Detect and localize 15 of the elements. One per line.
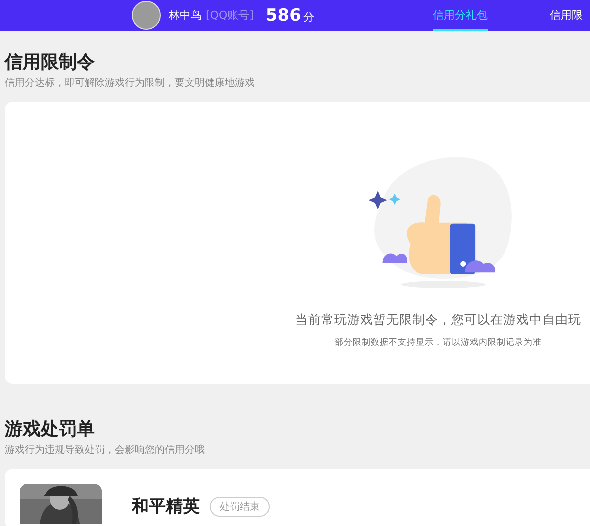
- score-unit: 分: [303, 10, 314, 25]
- user-name: 林中鸟: [169, 8, 202, 23]
- credit-score: 586: [266, 6, 302, 26]
- section-title: 游戏处罚单: [5, 418, 96, 442]
- restriction-note: 部分限制数据不支持显示，请以游戏内限制记录为准: [335, 337, 542, 349]
- status-badge: 处罚结束: [210, 497, 270, 517]
- section-subtitle: 游戏行为违规导致处罚，会影响您的信用分哦: [5, 444, 206, 457]
- empty-message: 当前常玩游戏暂无限制令，您可以在游戏中自由玩: [296, 312, 582, 329]
- account-type: [QQ账号]: [206, 8, 254, 23]
- nav-tab[interactable]: 信用分礼包: [433, 0, 488, 31]
- avatar: [132, 1, 161, 30]
- nav-tab[interactable]: 信用限: [550, 0, 583, 31]
- section-title: 信用限制令: [5, 51, 96, 75]
- section-subtitle: 信用分达标，即可解除游戏行为限制，要文明健康地游戏: [5, 76, 256, 90]
- game-name: 和平精英: [132, 496, 200, 518]
